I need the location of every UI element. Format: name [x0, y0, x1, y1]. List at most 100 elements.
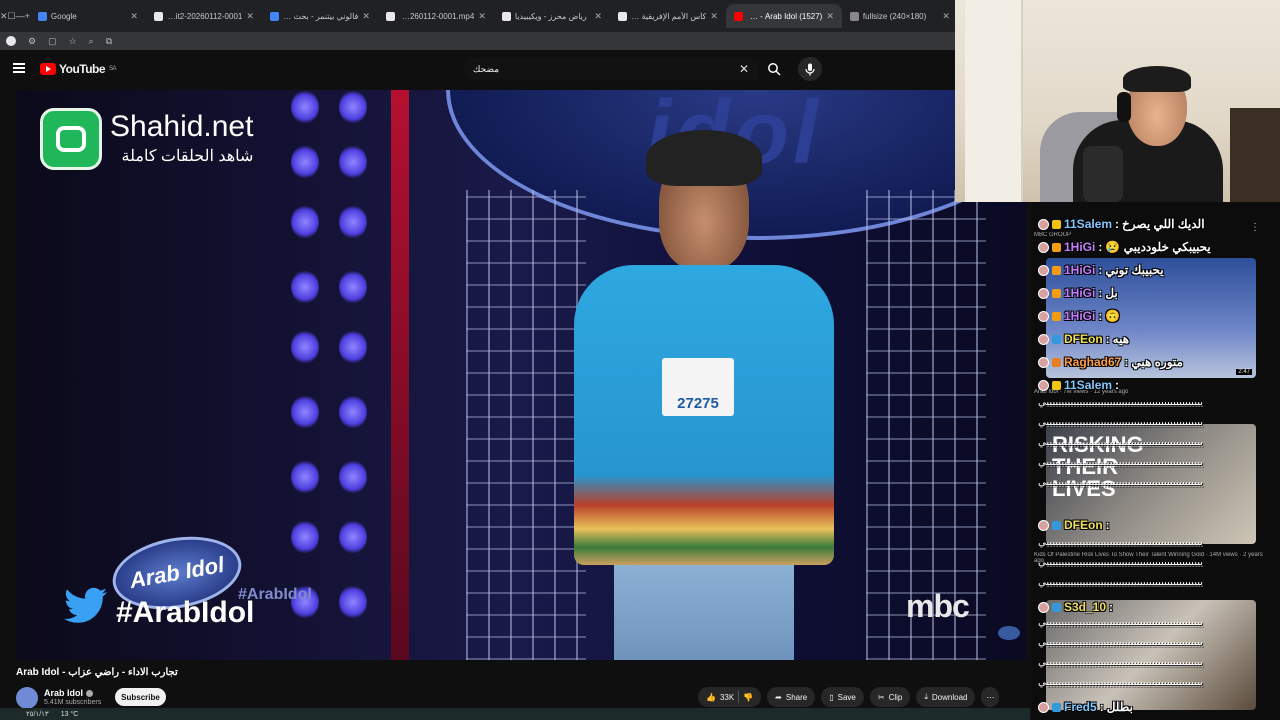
- hashtag: #ArabIdol: [116, 596, 255, 629]
- clip-button[interactable]: ✂ Clip: [869, 687, 911, 707]
- video-duration: 2:47: [1236, 369, 1252, 375]
- chat-badge-icon: [1052, 311, 1061, 321]
- chat-username[interactable]: 1HiGi: [1064, 240, 1095, 254]
- tab-close-icon[interactable]: ✕: [478, 11, 486, 22]
- sidepanel-icon[interactable]: ▢: [48, 36, 57, 47]
- chat-username[interactable]: 11Salem: [1064, 378, 1112, 392]
- verified-badge-icon: [86, 690, 94, 698]
- chat-message: S3d_10:: [1038, 597, 1116, 617]
- youtube-logo[interactable]: YouTube SA: [40, 62, 117, 76]
- tab-title: كأس الأمم الإفريقية - ويكيبيديا: [630, 11, 707, 21]
- chat-panel: 2:47 MBC GROUP Arab Idol · 7M views · 12…: [1032, 202, 1280, 720]
- chat-message: 1HiGi: يحبيبكي خلودديبي 😢: [1038, 237, 1211, 257]
- browser-tab[interactable]: Google ✕: [30, 4, 146, 28]
- chat-username[interactable]: 1HiGi: [1064, 263, 1095, 277]
- chat-username[interactable]: DFEon: [1064, 332, 1103, 346]
- window-restore-icon[interactable]: ☐: [8, 11, 16, 22]
- chat-spam-text: يييييييييييييييييييييييييييييييييييييييي…: [1038, 577, 1204, 588]
- chat-username[interactable]: Raghad67: [1064, 355, 1121, 369]
- subscribe-button[interactable]: Subscribe: [115, 688, 166, 706]
- chat-username[interactable]: DFEon: [1064, 518, 1103, 532]
- chat-spam-text: يييييييييييييييييييييييييييييييييييييييي…: [1038, 557, 1204, 568]
- tab-favicon-icon: [617, 11, 627, 21]
- share-button[interactable]: ➦ Share: [767, 687, 816, 707]
- tab-close-icon[interactable]: ✕: [826, 11, 834, 22]
- chat-username[interactable]: S3d_10: [1064, 600, 1106, 614]
- video-player[interactable]: idol 27275 Shahid.net شاهد الحلقات كاملة…: [16, 90, 1026, 660]
- search-input[interactable]: مضحك: [473, 64, 739, 75]
- scissors-icon: ✂: [877, 692, 885, 702]
- shahid-tagline: شاهد الحلقات كاملة: [121, 148, 254, 165]
- chat-spam-text: يييييييييييييييييييييييييييييييييييييييي…: [1038, 437, 1204, 448]
- voice-search-button[interactable]: [798, 57, 822, 81]
- chat-username[interactable]: 1HiGi: [1064, 309, 1095, 323]
- tab-close-icon[interactable]: ✕: [246, 11, 254, 22]
- download-button[interactable]: ⤓ Download: [916, 687, 976, 707]
- window-minimize-icon[interactable]: —: [16, 11, 25, 21]
- tab-title: (1527) Arab Idol - راضي عزاب: [747, 11, 823, 21]
- search-box[interactable]: مضحك ✕: [463, 58, 759, 80]
- share-page-icon[interactable]: ⧉: [106, 36, 112, 47]
- tab-title: رياض محرز - ويكيبيديا: [514, 11, 587, 21]
- search-button[interactable]: [760, 58, 788, 80]
- chat-username[interactable]: Fred5: [1064, 700, 1097, 714]
- window-close-icon[interactable]: ✕: [0, 11, 8, 22]
- shahid-watermark: Shahid.net شاهد الحلقات كاملة: [40, 108, 253, 170]
- profile-icon[interactable]: [6, 36, 16, 46]
- chat-message: DFEon: هيه: [1038, 329, 1129, 349]
- youtube-wordmark: YouTube: [59, 62, 106, 76]
- browser-tab[interactable]: كأس الأمم الإفريقية - ويكيبيديا✕: [610, 4, 726, 28]
- chat-text: بل: [1105, 286, 1118, 300]
- chat-spam-text: يييييييييييييييييييييييييييييييييييييييي…: [1038, 397, 1204, 408]
- more-actions-button[interactable]: ⋯: [981, 687, 1000, 707]
- microphone-icon: [805, 63, 815, 75]
- chat-avatar: [1038, 519, 1049, 531]
- chat-badge-icon: [1052, 702, 1061, 712]
- tab-title: hatem.edit2-20260112-0001.mp4: [399, 11, 475, 21]
- extensions-icon[interactable]: ⚙: [28, 36, 36, 47]
- save-button[interactable]: ▯ Save: [821, 687, 864, 707]
- chat-badge-icon: [1052, 357, 1061, 367]
- browser-tab[interactable]: hatem.edit2-20260112-0001.mp4✕: [378, 4, 494, 28]
- tab-close-icon[interactable]: ✕: [130, 11, 138, 22]
- chat-spam-text: يييييييييييييييييييييييييييييييييييييييي…: [1038, 457, 1204, 468]
- browser-tab[interactable]: fullsize (240×180) ✕: [842, 4, 958, 28]
- chat-badge-icon: [1052, 288, 1061, 298]
- tab-close-icon[interactable]: ✕: [594, 11, 602, 22]
- channel-corner-logo: [998, 626, 1020, 640]
- chat-username[interactable]: 1HiGi: [1064, 286, 1095, 300]
- browser-tab-bar: ✕ ☐ — + Google✕hatem.edit2-20260112-0001…: [0, 0, 1066, 32]
- chat-spam-text: يييييييييييييييييييييييييييييييييييييييي…: [1038, 537, 1204, 548]
- stage-lights: [291, 90, 381, 660]
- clear-search-icon[interactable]: ✕: [739, 62, 749, 76]
- menu-icon[interactable]: [13, 63, 25, 73]
- like-button[interactable]: 👍 33K: [706, 693, 734, 702]
- contestant-number: 27275: [662, 358, 734, 416]
- browser-tab[interactable]: (1527) Arab Idol - راضي عزاب✕: [725, 4, 842, 28]
- browser-tab[interactable]: رياض محرز - ويكيبيديا ✕: [494, 4, 610, 28]
- tab-close-icon[interactable]: ✕: [362, 11, 370, 22]
- chat-text: يحبيبك توني: [1105, 263, 1164, 277]
- browser-tab[interactable]: hatem.edit2-20260112-0001✕: [146, 4, 262, 28]
- zoom-icon[interactable]: ⌕: [89, 36, 94, 47]
- chat-avatar: [1038, 287, 1049, 299]
- more-options-icon[interactable]: ⋮: [1250, 222, 1260, 233]
- tab-close-icon[interactable]: ✕: [942, 11, 950, 22]
- browser-toolbar: ⚙ ▢ ☆ ⌕ ⧉: [0, 32, 955, 50]
- more-icon: ⋯: [986, 692, 995, 702]
- bookmark-star-icon[interactable]: ☆: [69, 36, 77, 47]
- chat-spam-text: يييييييييييييييييييييييييييييييييييييييي…: [1038, 617, 1204, 628]
- microphone: [1083, 146, 1123, 202]
- tab-favicon-icon: [733, 11, 743, 21]
- thumbs-down-icon: 👎: [743, 692, 754, 702]
- chat-avatar: [1038, 356, 1049, 368]
- channel-avatar[interactable]: [16, 687, 38, 709]
- chat-message: Raghad67: متوره هبي: [1038, 352, 1183, 372]
- chat-avatar: [1038, 264, 1049, 276]
- chat-username[interactable]: 11Salem: [1064, 217, 1112, 231]
- search-icon: [768, 63, 781, 76]
- browser-tab[interactable]: فالوني بيتنمر - بحث Google✕: [262, 4, 378, 28]
- tab-close-icon[interactable]: ✕: [710, 11, 718, 22]
- channel-name[interactable]: Arab Idol: [44, 688, 94, 698]
- dislike-button[interactable]: 👎: [743, 693, 753, 702]
